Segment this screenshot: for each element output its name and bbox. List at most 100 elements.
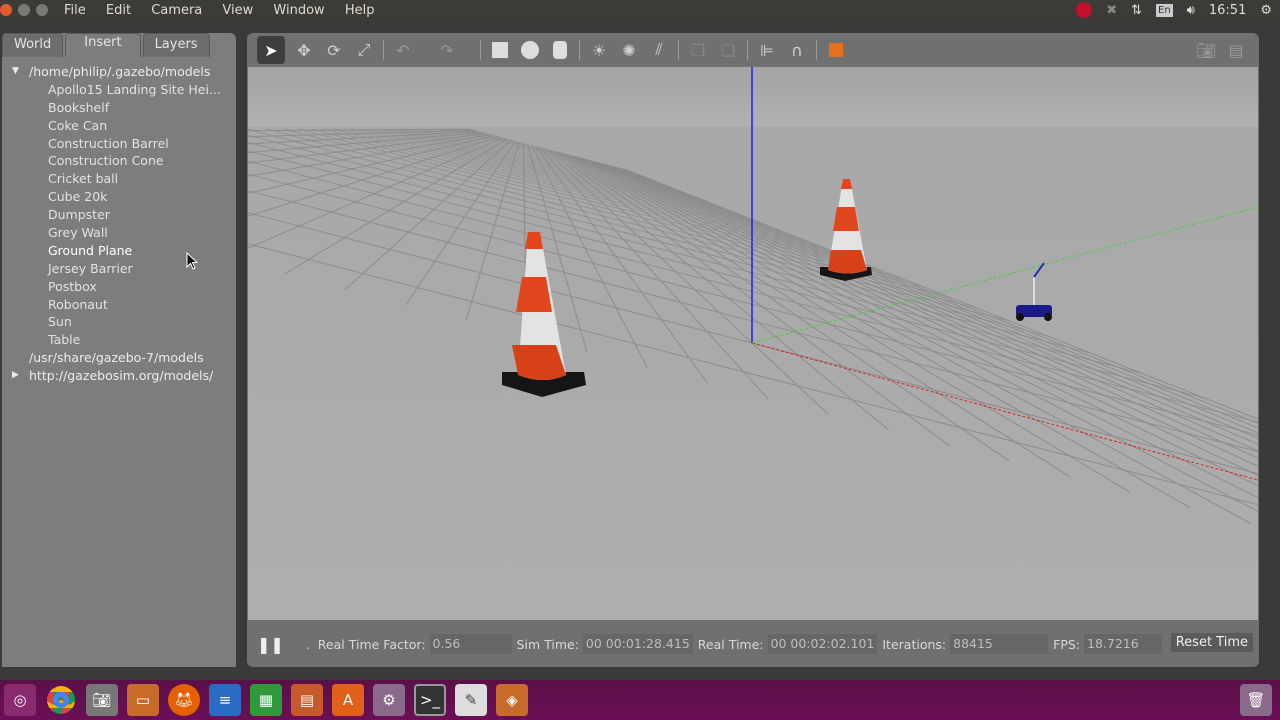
model-item[interactable]: Sun — [2, 313, 236, 331]
scale-icon[interactable]: ⤢ — [353, 39, 375, 61]
keyboard-layout-indicator[interactable]: En — [1156, 3, 1173, 17]
toolbar: ➤ ✥ ⟳ ⤢ ↶ ↷ ☀ ✺ ⫽ ❐ ❏ ⊫ ∩ 📷︎ ▤ — [247, 33, 1259, 67]
status-bar: ❚❚ . Real Time Factor: 0.56 Sim Time: 00… — [247, 621, 1259, 667]
record-icon[interactable] — [1076, 2, 1093, 18]
copy-icon[interactable]: ❐ — [687, 39, 709, 61]
paste-icon[interactable]: ❏ — [717, 39, 739, 61]
redo-icon[interactable]: ↷ — [436, 39, 458, 61]
model-item[interactable]: Postbox — [2, 278, 236, 296]
menu-edit[interactable]: Edit — [106, 3, 131, 18]
tree-root-label: http://gazebosim.org/models/ — [29, 368, 214, 384]
software-center-icon[interactable]: A — [332, 684, 364, 716]
maximize-window-button[interactable] — [36, 4, 48, 16]
model-item[interactable]: Jersey Barrier — [2, 260, 236, 278]
settings-gear-icon[interactable]: ⚙ — [1260, 3, 1272, 18]
cylinder-icon[interactable] — [549, 39, 571, 61]
expanded-triangle-icon[interactable]: ▼ — [12, 63, 19, 81]
calc-icon[interactable]: ▦ — [250, 684, 282, 716]
sim-time-value: 00 00:01:28.415 — [582, 634, 693, 654]
model-item[interactable]: Robonaut — [2, 296, 236, 314]
menu-window[interactable]: Window — [273, 3, 324, 18]
reset-time-button[interactable]: Reset Time — [1170, 633, 1253, 652]
status-dot: . — [305, 636, 310, 652]
trash-icon[interactable]: 🗑︎ — [1240, 684, 1272, 716]
launcher-taskbar: ◎ 📷︎ ▭ 🦊︎ ≡ ▦ ▤ A ⚙ >_ ✎ ◈ 🗑︎ — [0, 680, 1280, 720]
menu-camera[interactable]: Camera — [151, 3, 202, 18]
screenshot-camera-icon[interactable]: 📷︎ — [1195, 39, 1217, 61]
ground-plane — [248, 127, 1258, 620]
network-icon[interactable]: ⇅ — [1131, 3, 1142, 18]
model-tree: ▼ /home/philip/.gazebo/models Apollo15 La… — [2, 63, 236, 385]
translate-icon[interactable]: ✥ — [293, 39, 315, 61]
iterations-label: Iterations: — [882, 636, 947, 652]
view-angle-icon[interactable] — [825, 39, 847, 61]
tree-root-system-models[interactable]: /usr/share/gazebo-7/models — [2, 349, 236, 367]
dropbox-icon[interactable]: ✖ — [1106, 3, 1117, 18]
point-light-icon[interactable]: ☀ — [588, 39, 610, 61]
screenshot-icon[interactable]: 📷︎ — [86, 684, 118, 716]
tree-root-online-models[interactable]: ▶ http://gazebosim.org/models/ — [2, 367, 236, 385]
chrome-icon[interactable] — [45, 684, 77, 716]
mouse-cursor-icon — [186, 252, 199, 270]
real-time-label: Real Time: — [697, 636, 764, 652]
align-icon[interactable]: ⊫ — [756, 39, 778, 61]
gazebo-icon[interactable]: ◈ — [496, 684, 528, 716]
directional-light-icon[interactable]: ⫽ — [648, 39, 670, 61]
sim-time-label: Sim Time: — [516, 636, 579, 652]
log-icon[interactable]: ▤ — [1225, 39, 1247, 61]
box-icon[interactable] — [489, 39, 511, 61]
model-item[interactable]: Dumpster — [2, 206, 236, 224]
separator — [747, 40, 748, 60]
menu-view[interactable]: View — [222, 3, 253, 18]
snap-magnet-icon[interactable]: ∩ — [786, 39, 808, 61]
separator — [678, 40, 679, 60]
3d-scene[interactable] — [248, 67, 1258, 620]
model-item[interactable]: Construction Cone — [2, 152, 236, 170]
impress-icon[interactable]: ▤ — [291, 684, 323, 716]
text-editor-icon[interactable]: ✎ — [455, 684, 487, 716]
tab-insert[interactable]: Insert — [65, 33, 141, 57]
files-icon[interactable]: ▭ — [127, 684, 159, 716]
sky — [248, 67, 1258, 132]
close-window-button[interactable] — [0, 4, 12, 16]
terminal-icon[interactable]: >_ — [414, 684, 446, 716]
ubuntu-dash-icon[interactable]: ◎ — [4, 684, 36, 716]
model-item[interactable]: Construction Barrel — [2, 135, 236, 153]
pause-button[interactable]: ❚❚ — [257, 635, 284, 654]
model-item[interactable]: Cricket ball — [2, 170, 236, 188]
rotate-icon[interactable]: ⟳ — [323, 39, 345, 61]
tree-root-local-models[interactable]: ▼ /home/philip/.gazebo/models — [2, 63, 236, 81]
3d-viewport-panel: ➤ ✥ ⟳ ⤢ ↶ ↷ ☀ ✺ ⫽ ❐ ❏ ⊫ ∩ 📷︎ ▤ ❚❚ . Real… — [247, 33, 1259, 667]
minimize-window-button[interactable] — [18, 4, 30, 16]
separator — [579, 40, 580, 60]
sphere-icon[interactable] — [519, 39, 541, 61]
tab-world[interactable]: World — [2, 33, 64, 57]
model-item[interactable]: Cube 20k — [2, 188, 236, 206]
fps-value: 18.7216 — [1084, 634, 1162, 654]
firefox-icon[interactable]: 🦊︎ — [168, 684, 200, 716]
fps-label: FPS: — [1053, 636, 1080, 652]
separator — [383, 40, 384, 60]
left-panel-tabs: World Insert Layers — [2, 33, 212, 57]
model-item-highlighted[interactable]: Ground Plane — [2, 242, 236, 260]
undo-icon[interactable]: ↶ — [392, 39, 414, 61]
menu-help[interactable]: Help — [345, 3, 375, 18]
real-time-value: 00 00:02:02.101 — [767, 634, 878, 654]
menu-file[interactable]: File — [64, 3, 86, 18]
separator — [480, 40, 481, 60]
spot-light-icon[interactable]: ✺ — [618, 39, 640, 61]
model-item[interactable]: Bookshelf — [2, 99, 236, 117]
model-item[interactable]: Coke Can — [2, 117, 236, 135]
clock[interactable]: 16:51 — [1209, 3, 1246, 18]
model-item[interactable]: Grey Wall — [2, 224, 236, 242]
separator — [816, 40, 817, 60]
model-item[interactable]: Apollo15 Landing Site Hei... — [2, 81, 236, 99]
system-settings-icon[interactable]: ⚙ — [373, 684, 405, 716]
writer-icon[interactable]: ≡ — [209, 684, 241, 716]
real-time-factor-value: 0.56 — [429, 634, 512, 654]
volume-icon[interactable]: 🔊︎ — [1187, 3, 1195, 18]
collapsed-triangle-icon[interactable]: ▶ — [12, 367, 19, 385]
tab-layers[interactable]: Layers — [142, 33, 210, 57]
select-arrow-icon[interactable]: ➤ — [257, 36, 285, 64]
model-item[interactable]: Table — [2, 331, 236, 349]
